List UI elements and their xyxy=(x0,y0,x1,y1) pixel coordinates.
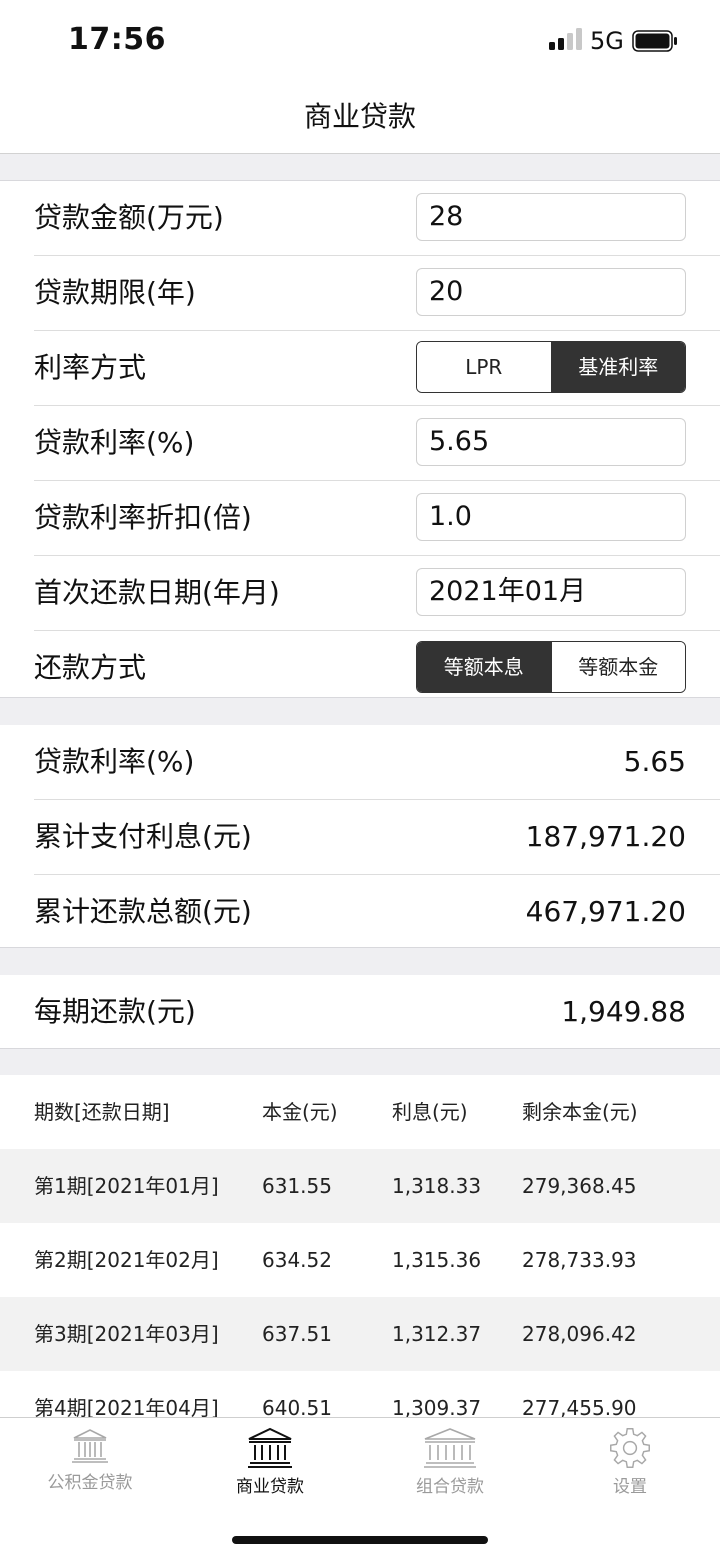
tab-label: 商业贷款 xyxy=(236,1477,304,1497)
monthly-payment-value: 1,949.88 xyxy=(561,995,686,1028)
header-interest: 利息(元) xyxy=(392,1100,468,1124)
table-row: 第1期[2021年01月] 631.55 1,318.33 279,368.45 xyxy=(0,1149,720,1223)
principal-cell: 631.55 xyxy=(262,1174,332,1198)
table-row: 第3期[2021年03月] 637.51 1,312.37 278,096.42 xyxy=(0,1297,720,1371)
bank-icon xyxy=(72,1429,108,1463)
repayment-equal-principal-option[interactable]: 等额本金 xyxy=(550,642,685,692)
rate-method-row: 利率方式 LPR 基准利率 xyxy=(34,331,720,406)
rate-method-label: 利率方式 xyxy=(34,351,147,384)
home-indicator xyxy=(232,1536,488,1544)
interest-cell: 1,309.37 xyxy=(392,1396,482,1417)
period-cell: 第1期[2021年01月] xyxy=(34,1174,219,1198)
tab-combined-loan[interactable]: 组合贷款 xyxy=(360,1426,540,1516)
first-payment-date-value: 2021年01月 xyxy=(429,576,587,607)
remaining-cell: 277,455.90 xyxy=(522,1396,637,1417)
rate-discount-row: 贷款利率折扣(倍) 1.0 xyxy=(34,481,720,556)
loan-rate-input[interactable]: 5.65 xyxy=(416,418,686,466)
loan-amount-label: 贷款金额(万元) xyxy=(34,201,224,234)
tab-label: 公积金贷款 xyxy=(47,1473,133,1493)
total-repayment-label: 累计还款总额(元) xyxy=(34,895,252,928)
tab-label: 组合贷款 xyxy=(416,1477,484,1497)
rate-method-lpr-option[interactable]: LPR xyxy=(417,342,551,392)
total-repayment-row: 累计还款总额(元) 467,971.20 xyxy=(34,875,720,949)
remaining-cell: 278,096.42 xyxy=(522,1322,637,1346)
total-interest-row: 累计支付利息(元) 187,971.20 xyxy=(34,800,720,875)
tab-commercial-loan[interactable]: 商业贷款 xyxy=(180,1426,360,1516)
rate-discount-value: 1.0 xyxy=(429,501,472,532)
tab-label: 设置 xyxy=(613,1477,647,1497)
gear-icon xyxy=(610,1428,650,1468)
period-cell: 第3期[2021年03月] xyxy=(34,1322,219,1346)
bank-icon xyxy=(248,1427,292,1468)
repayment-method-row: 还款方式 等额本息 等额本金 xyxy=(34,631,720,705)
loan-amount-input[interactable]: 28 xyxy=(416,193,686,241)
loan-input-section: 贷款金额(万元) 28 贷款期限(年) 20 利率方式 LPR 基准利率 贷款利… xyxy=(0,181,720,697)
first-payment-date-input[interactable]: 2021年01月 xyxy=(416,568,686,616)
section-separator xyxy=(0,154,720,181)
total-interest-label: 累计支付利息(元) xyxy=(34,820,252,853)
battery-icon xyxy=(632,30,677,52)
interest-cell: 1,312.37 xyxy=(392,1322,482,1346)
principal-cell: 634.52 xyxy=(262,1248,332,1272)
rate-discount-label: 贷款利率折扣(倍) xyxy=(34,501,252,534)
total-repayment-value: 467,971.20 xyxy=(525,895,686,928)
loan-rate-label: 贷款利率(%) xyxy=(34,426,195,459)
table-row: 第2期[2021年02月] 634.52 1,315.36 278,733.93 xyxy=(0,1223,720,1297)
remaining-cell: 278,733.93 xyxy=(522,1248,637,1272)
loan-rate-row: 贷款利率(%) 5.65 xyxy=(34,406,720,481)
total-interest-value: 187,971.20 xyxy=(525,820,686,853)
loan-amount-row: 贷款金额(万元) 28 xyxy=(34,181,720,256)
table-header-row: 期数[还款日期] 本金(元) 利息(元) 剩余本金(元) xyxy=(0,1075,720,1149)
navigation-bar: 商业贷款 xyxy=(0,82,720,154)
period-cell: 第2期[2021年02月] xyxy=(34,1248,219,1272)
rate-discount-input[interactable]: 1.0 xyxy=(416,493,686,541)
header-remaining: 剩余本金(元) xyxy=(522,1100,638,1124)
status-time: 17:56 xyxy=(68,22,166,57)
page-title: 商业贷款 xyxy=(303,100,416,133)
interest-cell: 1,315.36 xyxy=(392,1248,482,1272)
network-type: 5G xyxy=(590,27,624,55)
section-separator xyxy=(0,947,720,976)
table-row: 第4期[2021年04月] 640.51 1,309.37 277,455.90 xyxy=(0,1371,720,1417)
cellular-signal-icon xyxy=(549,28,582,50)
tab-settings[interactable]: 设置 xyxy=(540,1426,720,1516)
result-rate-label: 贷款利率(%) xyxy=(34,745,195,778)
repayment-schedule-table[interactable]: 期数[还款日期] 本金(元) 利息(元) 剩余本金(元) 第1期[2021年01… xyxy=(0,1075,720,1417)
period-cell: 第4期[2021年04月] xyxy=(34,1396,219,1417)
monthly-payment-row: 每期还款(元) 1,949.88 xyxy=(34,975,720,1049)
tab-housing-fund-loan[interactable]: 公积金贷款 xyxy=(0,1426,180,1516)
loan-amount-value: 28 xyxy=(429,201,464,232)
first-payment-date-row: 首次还款日期(年月) 2021年01月 xyxy=(34,556,720,631)
result-rate-value: 5.65 xyxy=(623,745,686,778)
bank-icon xyxy=(424,1428,476,1468)
results-section: 贷款利率(%) 5.65 累计支付利息(元) 187,971.20 累计还款总额… xyxy=(0,725,720,947)
section-separator xyxy=(0,1048,720,1076)
header-principal: 本金(元) xyxy=(262,1100,338,1124)
repayment-method-segmented-control: 等额本息 等额本金 xyxy=(416,641,686,693)
loan-rate-value: 5.65 xyxy=(429,426,490,457)
repayment-method-label: 还款方式 xyxy=(34,651,147,684)
loan-term-label: 贷款期限(年) xyxy=(34,276,196,309)
header-period: 期数[还款日期] xyxy=(34,1100,170,1124)
loan-term-input[interactable]: 20 xyxy=(416,268,686,316)
repayment-equal-installment-option[interactable]: 等额本息 xyxy=(417,642,551,692)
remaining-cell: 279,368.45 xyxy=(522,1174,637,1198)
section-separator xyxy=(0,697,720,726)
monthly-payment-label: 每期还款(元) xyxy=(34,995,196,1028)
rate-method-benchmark-option[interactable]: 基准利率 xyxy=(550,342,685,392)
loan-term-row: 贷款期限(年) 20 xyxy=(34,256,720,331)
interest-cell: 1,318.33 xyxy=(392,1174,482,1198)
status-bar: 17:56 5G xyxy=(0,0,720,82)
result-rate-row: 贷款利率(%) 5.65 xyxy=(34,725,720,800)
rate-method-segmented-control: LPR 基准利率 xyxy=(416,341,686,393)
loan-term-value: 20 xyxy=(429,276,464,307)
principal-cell: 637.51 xyxy=(262,1322,332,1346)
first-payment-date-label: 首次还款日期(年月) xyxy=(34,576,280,609)
monthly-payment-section: 每期还款(元) 1,949.88 xyxy=(0,975,720,1049)
principal-cell: 640.51 xyxy=(262,1396,332,1417)
